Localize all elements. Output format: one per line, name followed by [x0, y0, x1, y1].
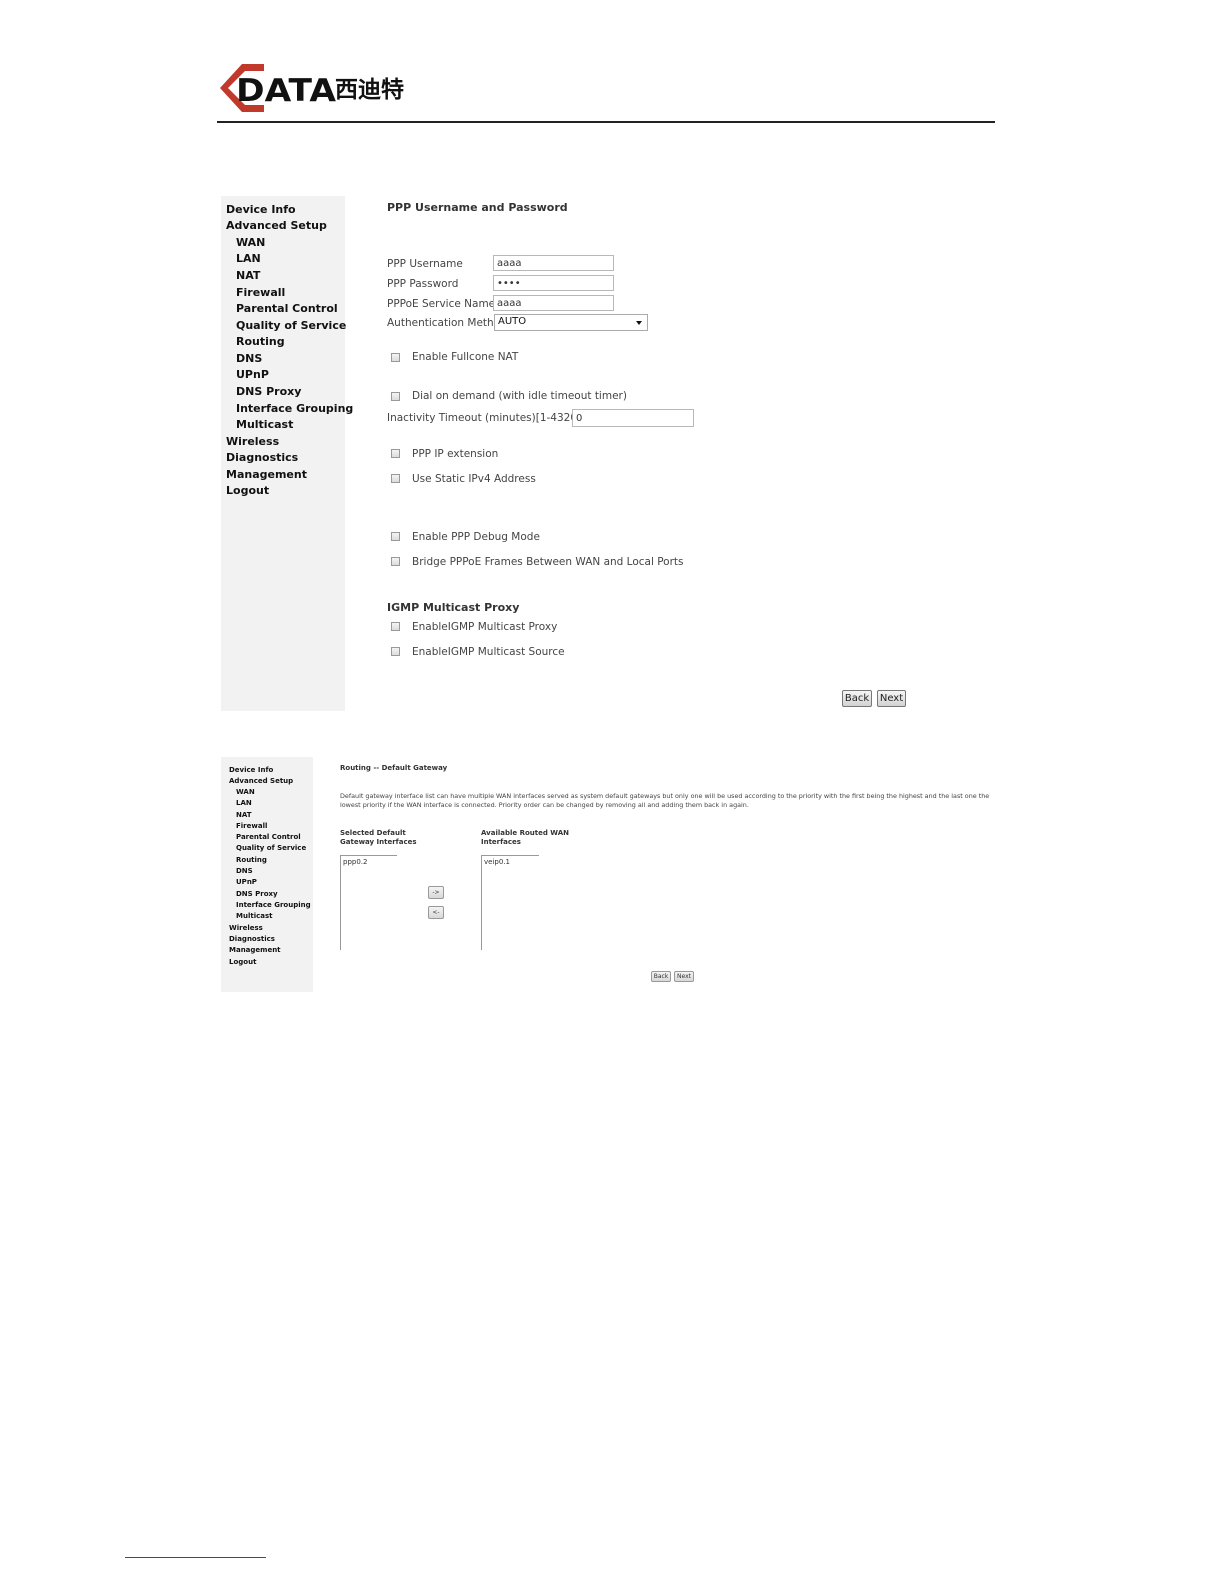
auth-method-select[interactable]: AUTO	[494, 314, 648, 331]
available-wan-list[interactable]: veip0.1	[481, 855, 539, 950]
ppp-debug-label: Enable PPP Debug Mode	[412, 531, 540, 543]
sidebar-item-upnp[interactable]: UPnP	[236, 878, 257, 886]
sidebar-item-advanced-setup[interactable]: Advanced Setup	[229, 777, 293, 785]
routing-title: Routing -- Default Gateway	[340, 764, 448, 772]
sidebar-item-device-info[interactable]: Device Info	[226, 203, 296, 216]
sidebar-item-routing[interactable]: Routing	[236, 335, 285, 348]
sidebar-item-dns-proxy[interactable]: DNS Proxy	[236, 890, 278, 898]
igmp-proxy-label: EnableIGMP Multicast Proxy	[412, 621, 558, 633]
available-wan-label-2: Interfaces	[481, 838, 521, 846]
sidebar-item-advanced-setup[interactable]: Advanced Setup	[226, 219, 327, 232]
static-ipv4-label: Use Static IPv4 Address	[412, 473, 536, 485]
dial-on-demand-label: Dial on demand (with idle timeout timer)	[412, 390, 627, 402]
fullcone-nat-label: Enable Fullcone NAT	[412, 351, 519, 363]
available-wan-label-1: Available Routed WAN	[481, 829, 569, 837]
ppp-ip-extension-checkbox[interactable]	[391, 449, 400, 458]
fullcone-nat-checkbox[interactable]	[391, 353, 400, 362]
svg-text:DATA: DATA	[236, 73, 336, 109]
sidebar-item-quality-of-service[interactable]: Quality of Service	[236, 844, 306, 852]
sidebar-item-management[interactable]: Management	[226, 468, 307, 481]
sidebar-item-firewall[interactable]: Firewall	[236, 286, 285, 299]
sidebar-item-parental-control[interactable]: Parental Control	[236, 833, 301, 841]
static-ipv4-checkbox[interactable]	[391, 474, 400, 483]
sidebar-item-wan[interactable]: WAN	[236, 236, 265, 249]
sidebar-item-multicast[interactable]: Multicast	[236, 418, 293, 431]
sidebar-item-nat[interactable]: NAT	[236, 811, 252, 819]
sidebar-item-diagnostics[interactable]: Diagnostics	[229, 935, 275, 943]
sidebar-item-logout[interactable]: Logout	[229, 958, 256, 966]
sidebar-item-wan[interactable]: WAN	[236, 788, 255, 796]
ppp-debug-checkbox[interactable]	[391, 532, 400, 541]
igmp-source-checkbox[interactable]	[391, 647, 400, 656]
svg-text:西迪特: 西迪特	[335, 77, 404, 103]
igmp-source-label: EnableIGMP Multicast Source	[412, 646, 565, 658]
sidebar-item-dns[interactable]: DNS	[236, 352, 262, 365]
sidebar-item-nat[interactable]: NAT	[236, 269, 260, 282]
footer-link-underline	[125, 1557, 266, 1558]
ppp-username-label: PPP Username	[387, 258, 463, 270]
ppp-username-input[interactable]	[493, 255, 614, 271]
back-button[interactable]: Back	[651, 971, 671, 982]
selected-gateway-list[interactable]: ppp0.2	[340, 855, 397, 950]
dial-on-demand-checkbox[interactable]	[391, 392, 400, 401]
sidebar-item-logout[interactable]: Logout	[226, 484, 269, 497]
inactivity-timeout-label: Inactivity Timeout (minutes)[1-4320]:	[387, 412, 585, 424]
sidebar-item-multicast[interactable]: Multicast	[236, 912, 272, 920]
routing-description-line-1: Default gateway interface list can have …	[340, 792, 990, 800]
next-button[interactable]: Next	[674, 971, 694, 982]
sidebar-item-interface-grouping[interactable]: Interface Grouping	[236, 901, 311, 909]
auth-method-value: AUTO	[498, 316, 527, 327]
ppp-password-label: PPP Password	[387, 278, 459, 290]
chevron-down-icon	[636, 321, 642, 325]
selected-gateway-label-1: Selected Default	[340, 829, 406, 837]
move-left-button[interactable]: <-	[428, 906, 444, 919]
sidebar-item-parental-control[interactable]: Parental Control	[236, 302, 338, 315]
bridge-pppoe-checkbox[interactable]	[391, 557, 400, 566]
ppp-ip-extension-label: PPP IP extension	[412, 448, 499, 460]
auth-method-label: Authentication Method	[387, 317, 507, 329]
pppoe-service-name-input[interactable]	[493, 295, 614, 311]
sidebar-item-dns[interactable]: DNS	[236, 867, 253, 875]
routing-description-line-2: lowest priority if the WAN interface is …	[340, 801, 749, 809]
sidebar-nav-secondary: Device Info Advanced Setup WAN LAN NAT F…	[221, 757, 313, 992]
sidebar-item-upnp[interactable]: UPnP	[236, 368, 269, 381]
sidebar-item-interface-grouping[interactable]: Interface Grouping	[236, 402, 353, 415]
sidebar-item-wireless[interactable]: Wireless	[229, 924, 263, 932]
bridge-pppoe-label: Bridge PPPoE Frames Between WAN and Loca…	[412, 556, 684, 568]
igmp-section-title: IGMP Multicast Proxy	[387, 601, 520, 614]
ppp-password-input[interactable]	[493, 275, 614, 291]
sidebar-item-firewall[interactable]: Firewall	[236, 822, 267, 830]
pppoe-service-name-label: PPPoE Service Name	[387, 298, 496, 310]
sidebar-item-routing[interactable]: Routing	[236, 856, 267, 864]
sidebar-item-device-info[interactable]: Device Info	[229, 766, 273, 774]
sidebar-item-lan[interactable]: LAN	[236, 252, 261, 265]
sidebar-item-management[interactable]: Management	[229, 946, 281, 954]
igmp-proxy-checkbox[interactable]	[391, 622, 400, 631]
header-divider	[217, 121, 995, 123]
sidebar-item-lan[interactable]: LAN	[236, 799, 252, 807]
page-title: PPP Username and Password	[387, 201, 568, 214]
sidebar-item-diagnostics[interactable]: Diagnostics	[226, 451, 298, 464]
sidebar-item-quality-of-service[interactable]: Quality of Service	[236, 319, 346, 332]
sidebar-item-wireless[interactable]: Wireless	[226, 435, 279, 448]
selected-gateway-label-2: Gateway Interfaces	[340, 838, 417, 846]
inactivity-timeout-input[interactable]	[572, 409, 694, 427]
move-right-button[interactable]: ->	[428, 886, 444, 899]
sidebar-nav: Device Info Advanced Setup WAN LAN NAT F…	[221, 196, 353, 711]
next-button[interactable]: Next	[877, 690, 906, 707]
list-item[interactable]: veip0.1	[484, 858, 537, 866]
sidebar-item-dns-proxy[interactable]: DNS Proxy	[236, 385, 301, 398]
brand-logo: DATA 西迪特	[218, 60, 418, 116]
back-button[interactable]: Back	[842, 690, 872, 707]
list-item[interactable]: ppp0.2	[343, 858, 395, 866]
